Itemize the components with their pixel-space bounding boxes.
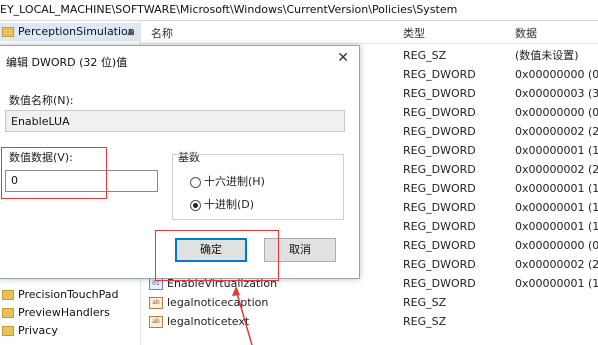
highlight-box bbox=[1, 147, 107, 199]
radio-selected-icon bbox=[190, 199, 201, 211]
radio-hexadecimal[interactable]: 十六进制(H) bbox=[190, 173, 265, 189]
dialog-title: 编辑 DWORD (32 位)值 bbox=[6, 56, 128, 69]
radio-circle-icon bbox=[190, 176, 201, 188]
radio-decimal[interactable]: 十进制(D) bbox=[190, 196, 254, 212]
highlight-box bbox=[155, 230, 279, 281]
value-name-field[interactable]: EnableLUA bbox=[5, 110, 345, 132]
close-icon[interactable]: ✕ bbox=[337, 50, 349, 66]
value-name-label: 数值名称(N): bbox=[9, 94, 74, 107]
edit-dword-dialog: 编辑 DWORD (32 位)值 ✕ 数值名称(N): EnableLUA 数值… bbox=[0, 45, 360, 281]
